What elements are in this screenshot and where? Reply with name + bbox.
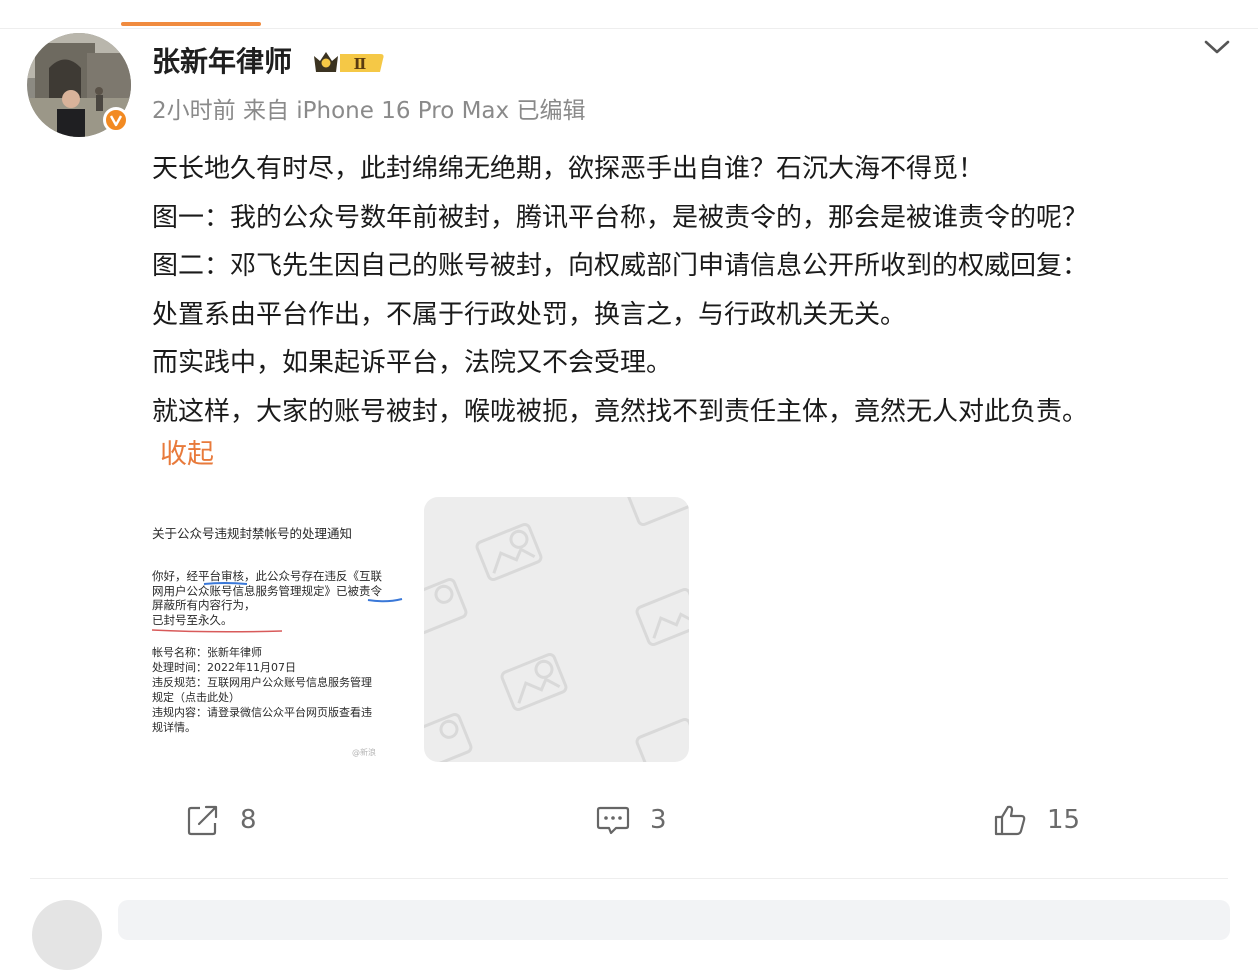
next-post-avatar[interactable] [32, 900, 102, 970]
comment-icon [596, 806, 630, 835]
repost-count: 8 [240, 805, 257, 835]
notice-info-line: 帐号名称：张新年律师 [152, 646, 262, 659]
action-bar: 8 3 15 [0, 790, 1258, 850]
notice-info: 帐号名称：张新年律师 处理时间：2022年11月07日 违反规范：互联网用户公众… [152, 645, 412, 735]
broken-image-icon [424, 497, 689, 762]
post-image-notice[interactable]: 关于公众号违规封禁帐号的处理通知 你好，经平台审核，此公众号存在违反《互联 网用… [152, 497, 416, 762]
content-line: 而实践中，如果起诉平台，法院又不会受理。 [152, 348, 673, 378]
top-divider [0, 28, 1258, 29]
comment-count: 3 [650, 805, 667, 835]
notice-info-line: 违规内容：请登录微信公众平台网页版查看违 [152, 706, 372, 719]
post-image-placeholder[interactable] [424, 497, 689, 762]
verified-badge-icon [103, 107, 129, 133]
content-line: 就这样，大家的账号被封，喉咙被扼，竟然找不到责任主体，竟然无人对此负责。 [152, 396, 1089, 427]
comment-button[interactable]: 3 [596, 790, 667, 850]
bottom-divider [30, 878, 1228, 879]
post-meta: 2小时前 来自 iPhone 16 Pro Max 已编辑 [152, 98, 586, 124]
reply-input-box[interactable] [118, 900, 1230, 940]
notice-info-line: 处理时间：2022年11月07日 [152, 661, 296, 674]
like-button[interactable]: 15 [993, 790, 1080, 850]
notice-info-line: 违反规范：互联网用户公众账号信息服务管理 [152, 676, 372, 689]
content-line: 图二：邓飞先生因自己的账号被封，向权威部门申请信息公开所收到的权威回复： [152, 251, 1089, 281]
thumbs-up-icon [994, 805, 1026, 836]
content-line: 天长地久有时尽，此封绵绵无绝期，欲探恶手出自谁？石沉大海不得觅！ [152, 154, 985, 184]
repost-icon [187, 805, 218, 836]
collapse-link[interactable]: 收起 [160, 433, 214, 477]
like-count: 15 [1047, 805, 1081, 835]
badge-level-text: Ⅱ [354, 55, 367, 73]
content-line: 图一：我的公众号数年前被封，腾讯平台称，是被责令的，那会是被谁责令的呢？ [152, 202, 1089, 233]
image-watermark: @新浪 [352, 748, 376, 757]
repost-button[interactable]: 8 [186, 790, 257, 850]
active-tab-indicator [121, 22, 261, 26]
post-content: 天长地久有时尽，此封绵绵无绝期，欲探恶手出自谁？石沉大海不得觅！ 图一：我的公众… [152, 145, 1252, 436]
author-name[interactable]: 张新年律师 [152, 42, 292, 82]
notice-info-line: 规定（点击此处） [152, 691, 240, 704]
notice-info-line: 规详情。 [152, 721, 196, 734]
content-line: 处置系由平台作出，不属于行政处罚，换言之，与行政机关无关。 [152, 299, 907, 330]
chevron-down-icon[interactable] [1203, 36, 1231, 58]
crown-level-badge-icon[interactable]: Ⅱ [310, 46, 386, 78]
